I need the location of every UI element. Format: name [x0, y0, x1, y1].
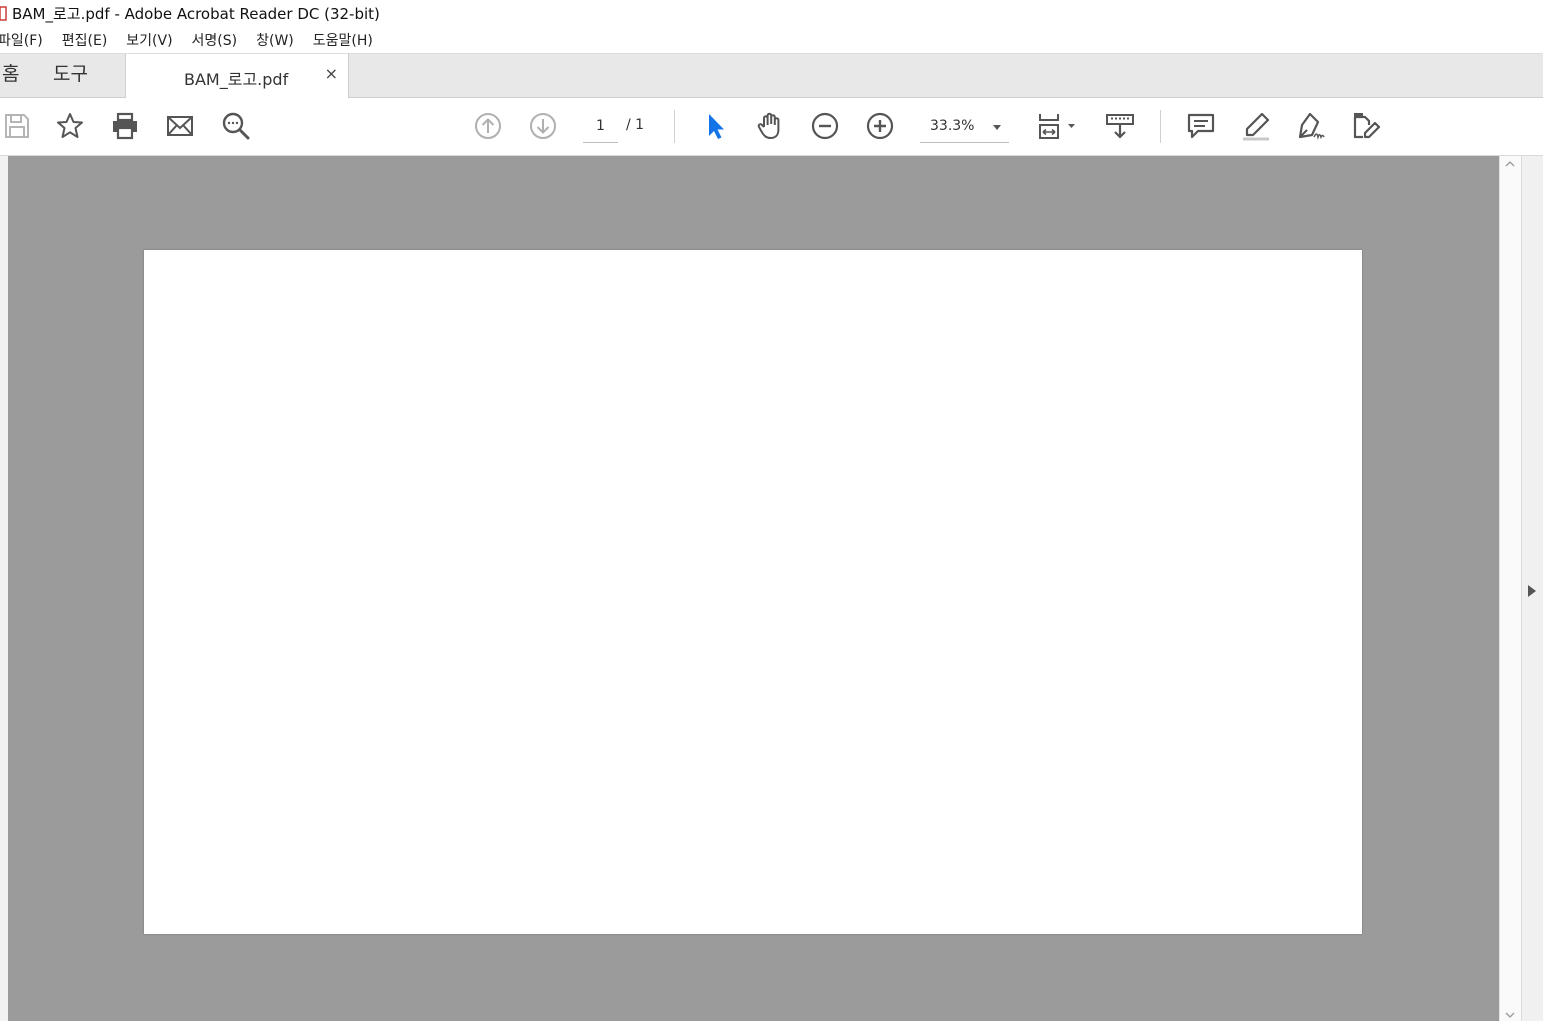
close-tab-button[interactable]: × [325, 64, 338, 83]
page-number-input[interactable]: 1 [583, 114, 618, 143]
next-page-button[interactable] [526, 109, 560, 143]
page-up-icon [475, 113, 501, 139]
pdf-page[interactable] [144, 250, 1362, 934]
email-icon [167, 116, 193, 136]
hand-icon [757, 112, 780, 139]
left-edge [0, 156, 8, 1021]
save-button[interactable] [0, 109, 34, 143]
highlight-icon [1243, 112, 1270, 141]
zoom-in-icon [866, 112, 894, 140]
scroll-mode-icon [1106, 114, 1134, 139]
zoom-out-icon [811, 112, 839, 140]
zoom-in-button[interactable] [863, 109, 897, 143]
tab-bar: 홈 도구 BAM_로고.pdf × [0, 54, 1543, 98]
fit-page-icon [1039, 114, 1075, 139]
expand-pane-icon[interactable] [1528, 585, 1536, 597]
scroll-up-icon[interactable] [1505, 160, 1515, 168]
menu-file[interactable]: 파일(F) [0, 30, 43, 50]
zoom-level-dropdown[interactable]: 33.3% [920, 114, 1009, 143]
bookmark-button[interactable] [53, 109, 87, 143]
chevron-down-icon [993, 125, 1001, 130]
acrobat-app-icon [0, 6, 7, 21]
find-icon [222, 112, 250, 140]
menu-window[interactable]: 창(W) [256, 30, 294, 50]
document-viewer[interactable] [8, 156, 1499, 1021]
vertical-scrollbar[interactable] [1499, 156, 1521, 1021]
page-fit-button[interactable] [1032, 109, 1080, 143]
comment-icon [1187, 113, 1215, 139]
window-title: BAM_로고.pdf - Adobe Acrobat Reader DC (32… [12, 4, 380, 23]
zoom-out-button[interactable] [808, 109, 842, 143]
scroll-mode-button[interactable] [1103, 109, 1137, 143]
edit-icon [1353, 113, 1381, 139]
menu-bar: 파일(F) 편집(E) 보기(V) 서명(S) 창(W) 도움말(H) [0, 27, 1543, 54]
save-icon [5, 114, 29, 138]
tab-home[interactable]: 홈 [2, 54, 19, 97]
zoom-level-value: 33.3% [930, 118, 975, 134]
main-toolbar: 1 / 1 33.3% [0, 98, 1543, 156]
toolbar-separator [674, 110, 675, 143]
scroll-down-icon[interactable] [1505, 1011, 1515, 1019]
toolbar-separator [1160, 110, 1161, 143]
bookmark-star-icon [57, 113, 83, 138]
hand-tool-button[interactable] [753, 109, 787, 143]
edit-button[interactable] [1349, 109, 1383, 143]
menu-sign[interactable]: 서명(S) [192, 30, 238, 50]
print-icon [113, 112, 137, 140]
document-tab-label: BAM_로고.pdf [184, 70, 289, 89]
title-bar: BAM_로고.pdf - Adobe Acrobat Reader DC (32… [0, 0, 1543, 26]
print-button[interactable] [108, 109, 142, 143]
right-pane [1521, 156, 1543, 1021]
email-button[interactable] [163, 109, 197, 143]
tab-tools[interactable]: 도구 [53, 54, 88, 97]
page-total: / 1 [626, 117, 645, 133]
select-cursor-icon [709, 114, 724, 139]
tab-document[interactable]: BAM_로고.pdf × [125, 54, 349, 98]
find-button[interactable] [219, 109, 253, 143]
select-tool-button[interactable] [698, 109, 732, 143]
menu-edit[interactable]: 편집(E) [62, 30, 108, 50]
previous-page-button[interactable] [471, 109, 505, 143]
menu-view[interactable]: 보기(V) [126, 30, 172, 50]
page-down-icon [530, 113, 556, 139]
menu-help[interactable]: 도움말(H) [313, 30, 373, 50]
sign-icon [1298, 112, 1325, 140]
comment-button[interactable] [1184, 109, 1218, 143]
sign-button[interactable] [1294, 109, 1328, 143]
highlight-button[interactable] [1239, 109, 1273, 143]
